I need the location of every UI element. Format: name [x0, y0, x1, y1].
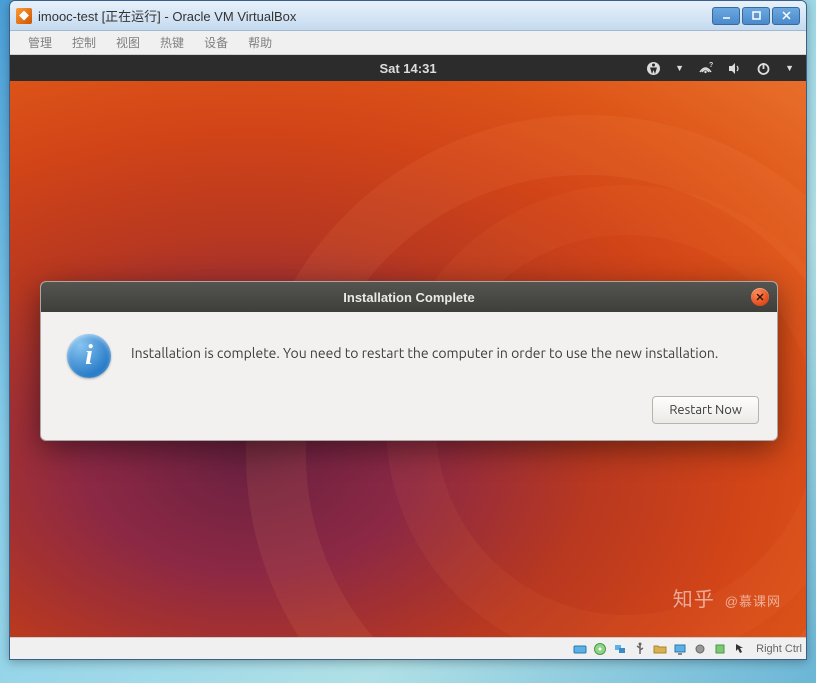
dialog-title: Installation Complete [343, 290, 474, 305]
clock[interactable]: Sat 14:31 [379, 61, 436, 76]
menu-devices[interactable]: 设备 [194, 32, 238, 53]
optical-disk-icon[interactable] [592, 641, 608, 657]
watermark: 知乎@慕课网 [673, 583, 781, 612]
window-titlebar: imooc-test [正在运行] - Oracle VM VirtualBox [10, 1, 806, 31]
recording-icon[interactable] [692, 641, 708, 657]
dialog-body: i Installation is complete. You need to … [41, 312, 777, 396]
close-button[interactable] [772, 7, 800, 25]
window-controls [712, 7, 800, 25]
cpu-icon[interactable] [712, 641, 728, 657]
vbox-menu-bar: 管理 控制 视图 热键 设备 帮助 [10, 31, 806, 55]
menu-manage[interactable]: 管理 [18, 32, 62, 53]
shared-folder-icon[interactable] [652, 641, 668, 657]
display-icon[interactable] [672, 641, 688, 657]
info-icon: i [67, 334, 111, 378]
maximize-button[interactable] [742, 7, 770, 25]
vbox-status-bar: Right Ctrl [10, 637, 806, 659]
dropdown-arrow-icon[interactable]: ▼ [785, 63, 794, 73]
dropdown-arrow-icon[interactable]: ▼ [675, 63, 684, 73]
menu-hotkeys[interactable]: 热键 [150, 32, 194, 53]
svg-text:?: ? [709, 62, 713, 69]
menu-view[interactable]: 视图 [106, 32, 150, 53]
dialog-titlebar[interactable]: Installation Complete [41, 282, 777, 312]
ubuntu-topbar: Sat 14:31 ▼ ? ▼ [10, 55, 806, 81]
app-icon [16, 8, 32, 24]
virtualbox-window: imooc-test [正在运行] - Oracle VM VirtualBox… [9, 0, 807, 660]
accessibility-icon[interactable] [646, 61, 661, 76]
menu-control[interactable]: 控制 [62, 32, 106, 53]
menu-help[interactable]: 帮助 [238, 32, 282, 53]
dialog-actions: Restart Now [41, 396, 777, 440]
restart-now-button[interactable]: Restart Now [652, 396, 759, 424]
network-icon[interactable]: ? [698, 61, 713, 76]
minimize-button[interactable] [712, 7, 740, 25]
installation-complete-dialog: Installation Complete i Installation is … [40, 281, 778, 441]
host-key-label: Right Ctrl [756, 643, 802, 655]
mouse-integration-icon[interactable] [732, 641, 748, 657]
network-adapter-icon[interactable] [612, 641, 628, 657]
dialog-message: Installation is complete. You need to re… [131, 334, 718, 364]
guest-screen: Sat 14:31 ▼ ? ▼ Installation Complete i … [10, 55, 806, 637]
window-title: imooc-test [正在运行] - Oracle VM VirtualBox [38, 6, 712, 25]
power-icon[interactable] [756, 61, 771, 76]
system-indicators: ▼ ? ▼ [646, 61, 794, 76]
usb-icon[interactable] [632, 641, 648, 657]
volume-icon[interactable] [727, 61, 742, 76]
close-icon [756, 293, 764, 301]
dialog-close-button[interactable] [751, 288, 769, 306]
hard-disk-icon[interactable] [572, 641, 588, 657]
